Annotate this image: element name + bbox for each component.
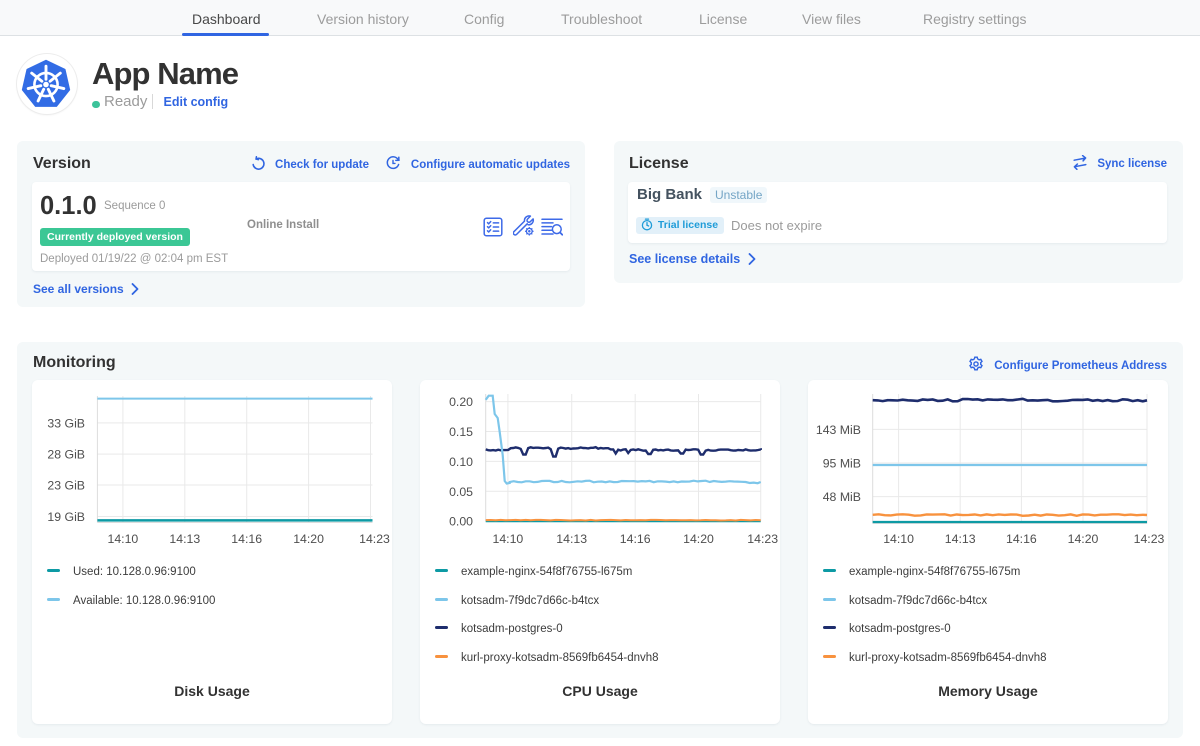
svg-text:14:13: 14:13	[556, 532, 587, 546]
svg-text:0.20: 0.20	[449, 395, 473, 409]
svg-text:0.00: 0.00	[449, 515, 473, 529]
svg-text:14:16: 14:16	[1006, 532, 1037, 546]
svg-text:14:16: 14:16	[620, 532, 651, 546]
svg-text:14:23: 14:23	[747, 532, 778, 546]
svg-text:19 GiB: 19 GiB	[47, 510, 85, 524]
svg-text:95 MiB: 95 MiB	[823, 457, 861, 471]
svg-text:0.15: 0.15	[449, 425, 473, 439]
svg-text:143 MiB: 143 MiB	[816, 423, 861, 437]
svg-text:14:10: 14:10	[493, 532, 524, 546]
svg-text:14:23: 14:23	[1134, 532, 1165, 546]
svg-text:14:16: 14:16	[231, 532, 262, 546]
svg-text:48 MiB: 48 MiB	[823, 490, 861, 504]
svg-text:14:20: 14:20	[683, 532, 714, 546]
svg-text:14:20: 14:20	[1068, 532, 1099, 546]
svg-text:0.10: 0.10	[449, 455, 473, 469]
svg-text:14:13: 14:13	[169, 532, 200, 546]
svg-text:14:10: 14:10	[883, 532, 914, 546]
svg-text:14:20: 14:20	[293, 532, 324, 546]
svg-text:33 GiB: 33 GiB	[47, 416, 85, 430]
svg-text:28 GiB: 28 GiB	[47, 448, 85, 462]
svg-text:23 GiB: 23 GiB	[47, 479, 85, 493]
svg-text:0.05: 0.05	[449, 485, 473, 499]
svg-text:14:23: 14:23	[359, 532, 390, 546]
svg-text:14:10: 14:10	[108, 532, 139, 546]
svg-text:14:13: 14:13	[945, 532, 976, 546]
